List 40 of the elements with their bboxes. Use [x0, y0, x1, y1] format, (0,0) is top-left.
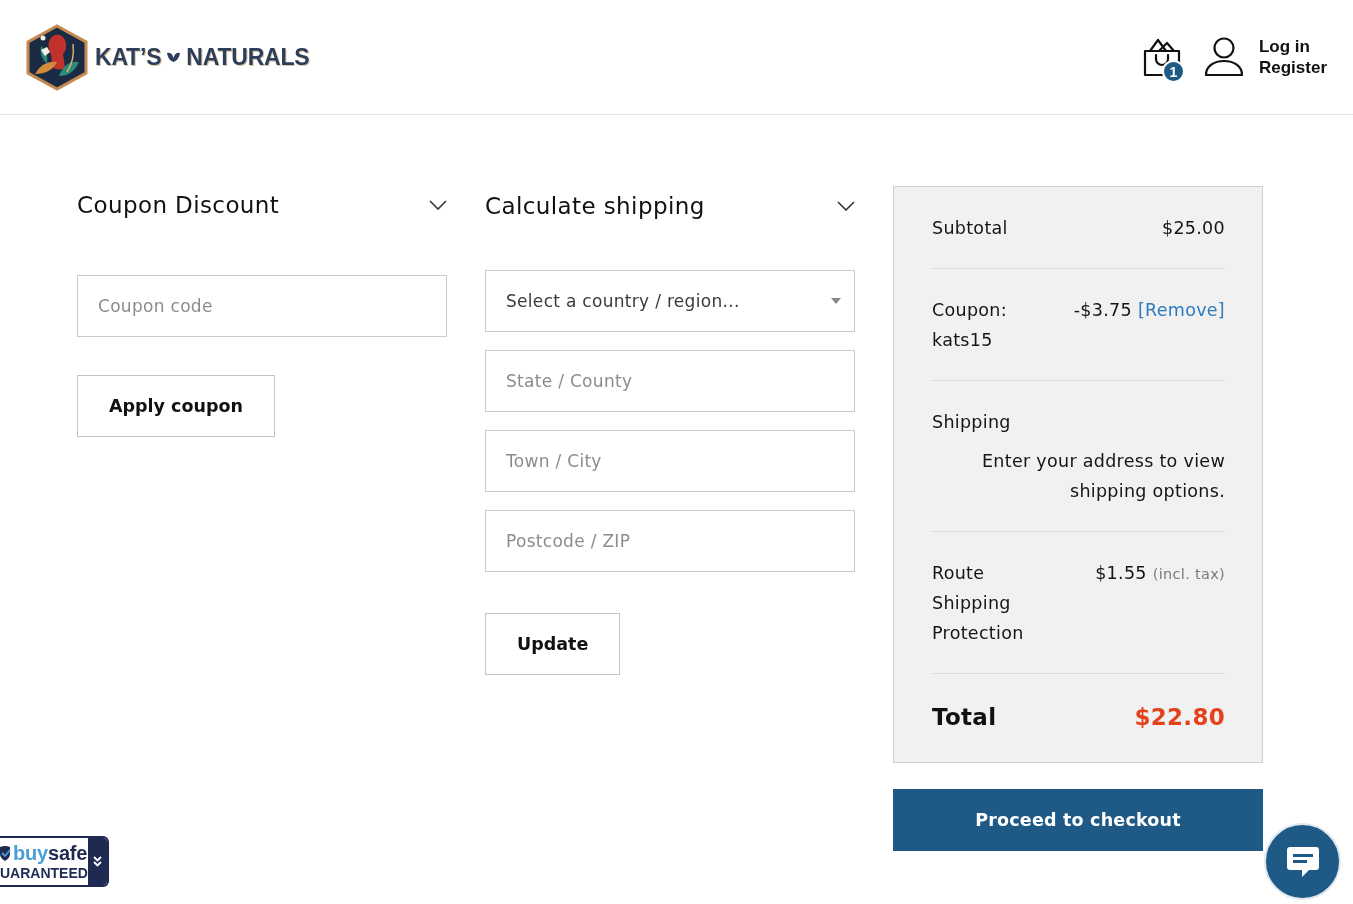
login-link[interactable]: Log in [1258, 36, 1327, 57]
shipping-note: Enter your address to view shipping options. [981, 450, 1225, 503]
shield-icon [0, 844, 11, 861]
chat-icon [1285, 845, 1320, 878]
brand-name[interactable]: NATURALS [186, 43, 310, 71]
row-amount: $1.55 [1095, 562, 1147, 585]
section-title: Calculate shipping [485, 193, 705, 219]
row-label: Subtotal [932, 217, 1009, 240]
brand-name[interactable]: KAT’S [95, 43, 162, 71]
country-select[interactable]: Select a country / region... [485, 270, 855, 332]
double-chevron-down-icon [93, 855, 102, 868]
row-label: Shipping [932, 411, 1011, 434]
total-label: Total [932, 703, 997, 732]
section-title: Coupon Discount [77, 192, 280, 218]
input-field[interactable]: Coupon code [77, 275, 447, 337]
input-field[interactable]: Town / City [485, 430, 855, 492]
row-label: Route Shipping Protection [932, 562, 1025, 645]
chevron-down-icon[interactable] [837, 201, 855, 211]
checkout-button[interactable]: Proceed to checkout [893, 789, 1263, 851]
apply-coupon-button[interactable]: Apply coupon [77, 375, 275, 437]
badge-brand-name: buysafe [13, 841, 88, 864]
row-amount: -$3.75 [1073, 299, 1132, 322]
leaf-icon [167, 52, 181, 62]
remove-coupon-link[interactable]: [Remove] [1137, 295, 1225, 325]
row-label: Coupon: kats15 [932, 299, 1008, 352]
trust-badge[interactable]: buysafe UARANTEED [0, 836, 109, 887]
cart-count-badge: 1 [1161, 60, 1185, 83]
tax-note: (incl. tax) [1152, 565, 1225, 584]
caret-icon [831, 298, 841, 304]
user-icon[interactable] [1203, 37, 1244, 77]
total-amount: $22.80 [1134, 703, 1225, 732]
chevron-down-icon[interactable] [429, 200, 447, 210]
update-button[interactable]: Update [485, 613, 621, 675]
row-amount: $25.00 [1161, 217, 1225, 240]
register-link[interactable]: Register [1258, 57, 1327, 78]
hexagon-logo-icon[interactable] [25, 23, 89, 91]
input-field[interactable]: Postcode / ZIP [485, 510, 855, 572]
shopping-bag-icon[interactable] [1141, 37, 1182, 77]
input-field[interactable]: State / County [485, 350, 855, 412]
badge-caption: UARANTEED [0, 864, 88, 882]
